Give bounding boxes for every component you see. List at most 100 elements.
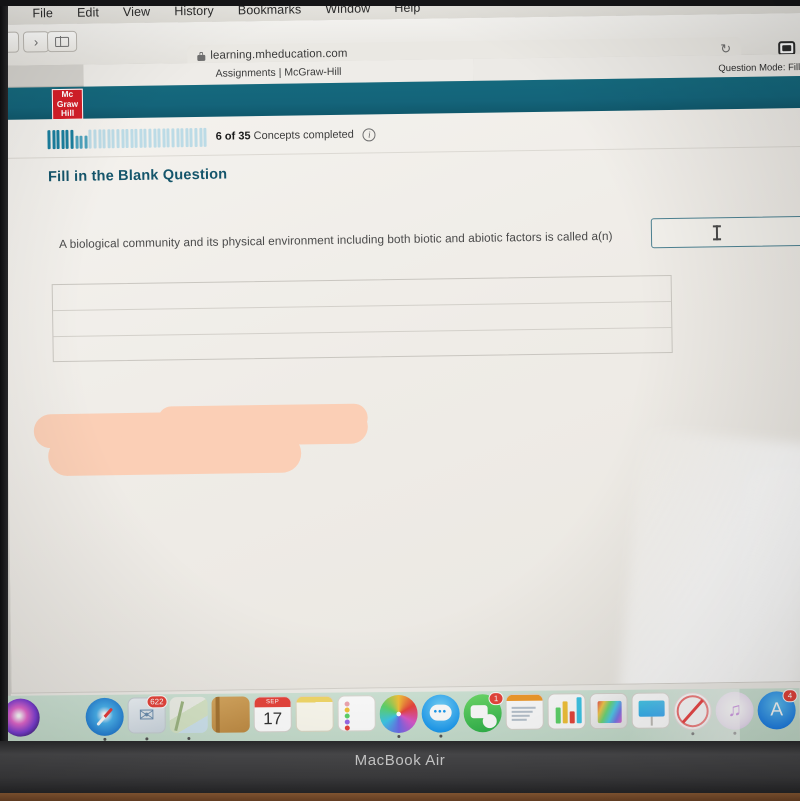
launchpad-icon xyxy=(44,698,82,736)
dock-item-facetime[interactable]: 1 xyxy=(463,692,504,733)
forward-button[interactable]: › xyxy=(22,31,50,53)
progress-tick xyxy=(88,129,92,149)
badge-app-store: 4 xyxy=(782,689,798,703)
progress-tick xyxy=(75,135,79,149)
progress-tick xyxy=(111,128,115,148)
dock-item-safari[interactable] xyxy=(85,697,124,741)
progress-row: 6 of 35 Concepts completed i xyxy=(47,116,800,151)
reminder-dot xyxy=(344,707,350,713)
dock-item-pages[interactable] xyxy=(505,693,544,732)
keynote-2-icon xyxy=(631,692,670,729)
laptop-bezel-top xyxy=(0,0,800,6)
url-text: learning.mheducation.com xyxy=(210,47,348,62)
chat-dots-icon: ••• xyxy=(433,706,448,718)
dock-item-maps[interactable] xyxy=(169,696,208,741)
laptop-screen: fari File Edit View History Bookmarks Wi… xyxy=(0,0,800,755)
progress-tick xyxy=(162,127,166,147)
calendar-icon: SEP 17 xyxy=(253,696,292,733)
progress-tick xyxy=(130,128,134,148)
dock-item-keynote[interactable] xyxy=(589,692,628,731)
photos-icon xyxy=(379,694,418,734)
question-mode-label: Question Mode: Fill in t xyxy=(718,62,800,75)
dock-items: 622 SEP17 ••• 1 4 xyxy=(1,689,798,741)
running-indicator xyxy=(733,731,737,735)
progress-tick xyxy=(153,128,157,148)
dock-item-photos[interactable] xyxy=(379,694,418,739)
redaction-stroke xyxy=(47,433,302,477)
dock-item-itunes[interactable] xyxy=(715,691,754,735)
reminder-dot xyxy=(344,725,350,731)
progress-tick xyxy=(194,127,198,147)
calendar-day: 17 xyxy=(263,709,283,729)
progress-label: Concepts completed xyxy=(253,128,354,143)
running-indicator xyxy=(397,734,401,739)
reminders-icon xyxy=(337,695,376,732)
progress-tick xyxy=(120,128,125,148)
badge-mail: 622 xyxy=(146,695,168,709)
dock-item-launchpad[interactable] xyxy=(44,698,82,736)
menu-item-edit[interactable]: Edit xyxy=(65,5,111,20)
info-icon[interactable]: i xyxy=(362,127,376,142)
progress-tick xyxy=(65,129,70,149)
menu-item-view[interactable]: View xyxy=(111,4,162,19)
progress-tick xyxy=(107,128,111,148)
keynote-icon xyxy=(589,692,628,730)
laptop-bezel-bottom: MacBook Air xyxy=(0,741,800,801)
logo-line-3: Hill xyxy=(60,108,75,119)
news-icon xyxy=(673,692,712,731)
device-label: MacBook Air xyxy=(354,752,446,769)
reminder-dot xyxy=(344,719,350,725)
lock-icon xyxy=(197,51,206,61)
progress-text: 6 of 35 Concepts completed xyxy=(216,129,354,143)
progress-tick xyxy=(61,129,65,149)
progress-tick xyxy=(51,129,56,149)
sidebar-icon xyxy=(54,36,70,47)
progress-tick xyxy=(79,135,83,149)
dock-item-reminders[interactable] xyxy=(337,695,376,733)
progress-bar xyxy=(47,127,207,149)
reload-icon[interactable]: ↻ xyxy=(720,41,731,56)
mcgraw-hill-logo[interactable]: Mc Graw Hill xyxy=(51,88,84,121)
bar-glyph xyxy=(569,711,575,724)
dock-item-news[interactable] xyxy=(673,692,712,736)
running-indicator xyxy=(439,734,443,738)
progress-tick xyxy=(139,128,143,148)
maps-icon xyxy=(169,696,208,734)
dock-item-messages[interactable]: ••• xyxy=(421,694,460,738)
progress-tick xyxy=(116,128,120,148)
progress-count: 6 of 35 xyxy=(215,130,251,143)
text-cursor-icon xyxy=(715,225,718,241)
reminder-dot xyxy=(344,713,350,719)
dock-item-notes[interactable] xyxy=(295,695,334,734)
menu-item-file[interactable]: File xyxy=(20,5,65,20)
dock-item-keynote-2[interactable] xyxy=(631,692,670,730)
badge-facetime: 1 xyxy=(488,692,504,706)
running-indicator xyxy=(691,732,695,736)
progress-tick xyxy=(47,129,51,149)
progress-tick xyxy=(189,127,194,147)
progress-tick xyxy=(84,135,88,149)
dock-item-app-store[interactable]: 4 xyxy=(757,689,798,730)
question-page: 6 of 35 Concepts completed i Fill in the… xyxy=(2,107,800,755)
laptop-bezel-left xyxy=(0,0,8,760)
progress-tick xyxy=(93,128,97,149)
contacts-icon xyxy=(211,696,250,733)
dock-item-calendar[interactable]: SEP 17 xyxy=(253,696,292,734)
screenshot-root: fari File Edit View History Bookmarks Wi… xyxy=(0,0,800,801)
progress-tick xyxy=(185,127,189,147)
progress-tick xyxy=(157,128,161,148)
progress-tick xyxy=(175,127,180,147)
progress-tick xyxy=(102,128,106,148)
itunes-icon xyxy=(715,691,754,730)
progress-tick xyxy=(56,129,60,149)
bar-glyph xyxy=(562,701,568,724)
dock-item-mail[interactable]: 622 xyxy=(127,695,168,741)
page-title: Fill in the Blank Question xyxy=(47,166,228,186)
dock-item-numbers[interactable] xyxy=(547,693,586,731)
answer-input[interactable] xyxy=(650,215,800,249)
bar-glyph xyxy=(555,707,561,724)
sidebar-button[interactable] xyxy=(46,30,78,53)
redaction-stroke xyxy=(157,403,368,435)
safari-icon xyxy=(85,697,124,737)
dock-item-contacts[interactable] xyxy=(211,696,250,734)
